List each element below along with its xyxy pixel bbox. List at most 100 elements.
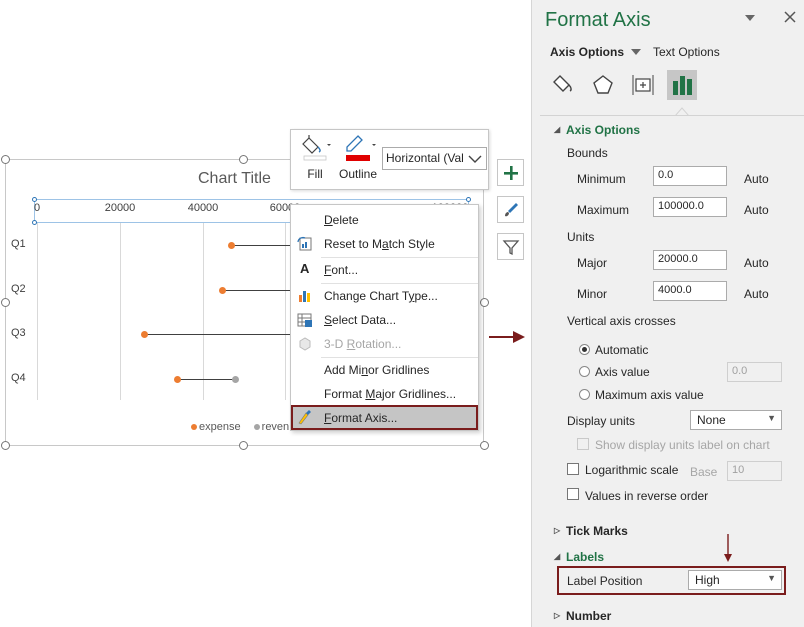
resize-handle[interactable] xyxy=(239,441,248,450)
radio-maximum-axis-value-label: Maximum axis value xyxy=(595,388,704,402)
menu-item-label: Change Chart Type... xyxy=(324,289,438,303)
minor-input[interactable]: 4000.0 xyxy=(653,281,727,301)
panel-options-icon[interactable] xyxy=(744,13,756,23)
menu-item-select-data[interactable]: Select Data... xyxy=(291,308,478,332)
display-units-label: Display units xyxy=(567,414,636,428)
effects-tab[interactable] xyxy=(588,70,618,100)
resize-handle[interactable] xyxy=(480,298,489,307)
chart-element-select-value: Horizontal (Val xyxy=(386,151,464,165)
resize-handle[interactable] xyxy=(480,441,489,450)
outline-button[interactable]: Outline xyxy=(336,134,380,186)
chart-filters-button[interactable] xyxy=(497,233,524,260)
fill-line-tab[interactable] xyxy=(548,70,578,100)
maximum-auto-button[interactable]: Auto xyxy=(744,203,769,217)
menu-item-delete[interactable]: Delete xyxy=(291,208,478,232)
data-point-revenue[interactable] xyxy=(231,376,239,383)
bar-chart-icon xyxy=(673,76,692,95)
data-point-expense[interactable] xyxy=(227,242,235,249)
fill-button[interactable]: Fill xyxy=(297,134,333,186)
chart-title[interactable]: Chart Title xyxy=(198,170,271,188)
paint-bucket-icon xyxy=(553,75,572,92)
x-tick-label: 0 xyxy=(33,202,41,214)
menu-item-format-axis[interactable]: Format Axis... xyxy=(291,405,478,430)
number-section-header[interactable]: ▷ Number xyxy=(554,609,612,623)
minor-label: Minor xyxy=(577,287,608,301)
menu-item-add-minor-gridlines[interactable]: Add Minor Gridlines xyxy=(291,358,478,382)
display-units-dropdown[interactable]: None ▼ xyxy=(690,410,782,430)
major-auto-button[interactable]: Auto xyxy=(744,256,769,270)
tab-text-options[interactable]: Text Options xyxy=(653,45,720,59)
menu-item-change-chart-type[interactable]: Change Chart Type... xyxy=(291,284,478,308)
arrow-head-icon xyxy=(513,331,525,343)
legend-marker-expense xyxy=(191,424,197,431)
format-axis-panel: Format Axis Axis Options Text Options ◢ … xyxy=(531,0,804,627)
axis-value-input: 0.0 xyxy=(727,362,782,382)
major-label: Major xyxy=(577,256,608,270)
menu-item-font[interactable]: A Font... xyxy=(291,258,478,282)
paint-bucket-icon xyxy=(302,135,331,161)
tab-axis-options[interactable]: Axis Options xyxy=(550,45,642,59)
resize-handle[interactable] xyxy=(1,155,10,164)
maximum-label: Maximum xyxy=(577,203,630,217)
data-point-expense[interactable] xyxy=(140,331,148,338)
collapse-triangle-icon: ◢ xyxy=(554,552,561,561)
minimum-auto-button[interactable]: Auto xyxy=(744,172,769,186)
label-position-dropdown[interactable]: High ▼ xyxy=(688,570,782,590)
chart-elements-button[interactable] xyxy=(497,159,524,186)
display-units-value: None xyxy=(697,413,726,427)
labels-section-header[interactable]: ◢ Labels xyxy=(554,550,605,564)
resize-handle[interactable] xyxy=(1,298,10,307)
label-position-value: High xyxy=(695,573,720,587)
gridline xyxy=(285,223,286,400)
category-label: Q1 xyxy=(11,238,26,250)
chevron-down-icon: ▼ xyxy=(767,413,776,423)
number-section-label: Number xyxy=(566,609,612,623)
context-menu: Delete Reset to Match Style A Font... Ch… xyxy=(290,204,479,431)
expand-triangle-icon: ▷ xyxy=(554,526,561,535)
reset-style-icon xyxy=(297,236,312,251)
expand-triangle-icon: ▷ xyxy=(554,611,561,620)
base-input: 10 xyxy=(727,461,782,481)
close-icon[interactable] xyxy=(784,11,796,23)
radio-axis-value[interactable] xyxy=(579,366,590,377)
units-label: Units xyxy=(567,230,595,244)
radio-maximum-axis-value[interactable] xyxy=(579,389,590,400)
chevron-down-icon xyxy=(468,155,482,163)
chart-styles-button[interactable] xyxy=(497,196,524,223)
legend-revenue: reven xyxy=(261,421,290,433)
tick-marks-section-header[interactable]: ▷ Tick Marks xyxy=(554,524,628,538)
mini-toolbar: Fill Outline Horizontal (Val xyxy=(290,129,489,190)
minimum-label: Minimum xyxy=(577,172,626,186)
minimum-input[interactable]: 0.0 xyxy=(653,166,727,186)
tab-axis-options-label: Axis Options xyxy=(550,45,625,59)
minor-auto-button[interactable]: Auto xyxy=(744,287,769,301)
filter-icon xyxy=(502,239,519,255)
resize-handle[interactable] xyxy=(1,441,10,450)
menu-item-reset-style[interactable]: Reset to Match Style xyxy=(291,232,478,256)
resize-handle[interactable] xyxy=(239,155,248,164)
size-properties-tab[interactable] xyxy=(628,70,658,100)
axis-options-section-header[interactable]: ◢ Axis Options xyxy=(554,123,640,137)
menu-item-label: Select Data... xyxy=(324,313,397,327)
legend-marker-revenue xyxy=(253,424,260,431)
axis-options-tab[interactable] xyxy=(667,70,697,100)
major-input[interactable]: 20000.0 xyxy=(653,250,727,270)
reverse-order-checkbox[interactable] xyxy=(567,488,579,500)
x-tick-label: 20000 xyxy=(104,202,136,214)
log-scale-checkbox[interactable] xyxy=(567,463,579,475)
data-point-expense[interactable] xyxy=(173,376,181,383)
radio-automatic[interactable] xyxy=(579,344,590,355)
vertical-axis-crosses-label: Vertical axis crosses xyxy=(567,314,676,328)
menu-item-label: 3-D Rotation... xyxy=(324,337,402,351)
pentagon-icon xyxy=(593,75,613,94)
chart-element-select[interactable]: Horizontal (Val xyxy=(382,147,487,170)
gridline xyxy=(203,223,204,400)
annotation-arrow-down-icon xyxy=(724,534,732,562)
menu-item-format-major-gridlines[interactable]: Format Major Gridlines... xyxy=(291,382,478,406)
show-units-label: Show display units label on chart xyxy=(595,438,770,452)
legend[interactable]: expense reven xyxy=(191,421,289,433)
chevron-down-icon: ▼ xyxy=(767,573,776,583)
radio-axis-value-label: Axis value xyxy=(595,365,650,379)
labels-section-label: Labels xyxy=(566,550,605,564)
maximum-input[interactable]: 100000.0 xyxy=(653,197,727,217)
